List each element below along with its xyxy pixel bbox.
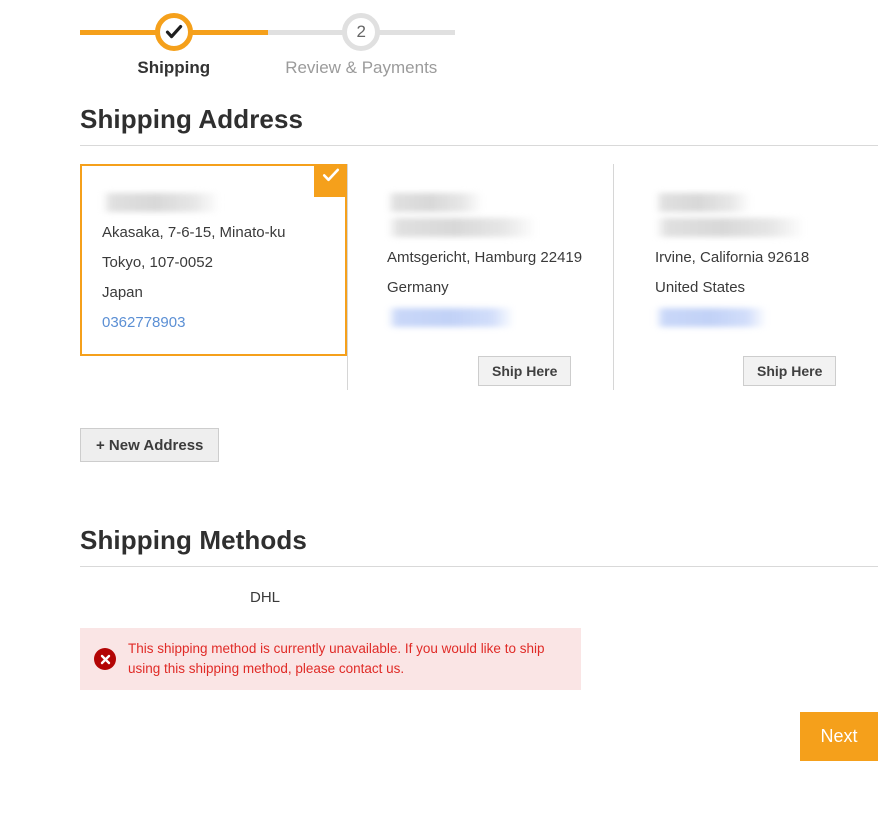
error-x-icon — [94, 648, 116, 670]
error-message-text: This shipping method is currently unavai… — [128, 641, 545, 676]
redacted-street-line — [655, 218, 805, 237]
page-title-shipping-methods: Shipping Methods — [80, 525, 307, 555]
redacted-address-phone-link[interactable] — [387, 308, 515, 327]
page-title-shipping-address: Shipping Address — [80, 104, 304, 134]
ship-here-button[interactable]: Ship Here — [478, 356, 572, 386]
new-address-button[interactable]: + New Address — [80, 428, 220, 462]
address-card-selected[interactable]: Akasaka, 7-6-15, Minato-ku Tokyo, 107-00… — [80, 164, 347, 356]
divider-shipping-address — [80, 145, 878, 146]
redacted-street-line — [387, 218, 537, 237]
shipping-method-error-message: This shipping method is currently unavai… — [80, 628, 581, 690]
progress-bubble-1 — [154, 13, 193, 51]
redacted-recipient-name — [387, 193, 483, 212]
redacted-recipient-name — [655, 193, 751, 212]
address-line: Irvine, California 92618 — [655, 249, 810, 266]
address-line: Akasaka, 7-6-15, Minato-ku — [102, 224, 286, 241]
address-line: Germany — [387, 279, 449, 296]
progress-step-label-1: Shipping — [137, 58, 211, 77]
address-line: Tokyo, 107-0052 — [102, 254, 213, 271]
selected-check-badge — [314, 164, 347, 197]
progress-step-review-payments[interactable]: 2 Review & Payments — [267, 8, 455, 77]
address-card-divider-1 — [347, 164, 348, 390]
shipping-carrier-label: DHL — [250, 589, 281, 606]
address-phone-link[interactable]: 0362778903 — [102, 308, 325, 338]
progress-step-shipping[interactable]: Shipping — [80, 8, 268, 77]
address-line: Japan — [102, 284, 143, 301]
address-line: Amtsgericht, Hamburg 22419 — [387, 249, 583, 266]
checkout-progress-bar: Shipping 2 Review & Payments — [80, 8, 455, 86]
next-button[interactable]: Next — [800, 712, 878, 761]
check-icon — [160, 22, 188, 42]
check-icon — [321, 165, 341, 196]
ship-here-button[interactable]: Ship Here — [743, 356, 837, 386]
redacted-address-phone-link[interactable] — [655, 308, 767, 327]
address-line: United States — [655, 279, 746, 296]
progress-steps: Shipping 2 Review & Payments — [80, 8, 455, 77]
progress-step-label-2: Review & Payments — [285, 58, 438, 77]
progress-bubble-2: 2 — [342, 13, 381, 51]
redacted-recipient-name — [102, 193, 220, 212]
divider-shipping-methods — [80, 566, 878, 567]
